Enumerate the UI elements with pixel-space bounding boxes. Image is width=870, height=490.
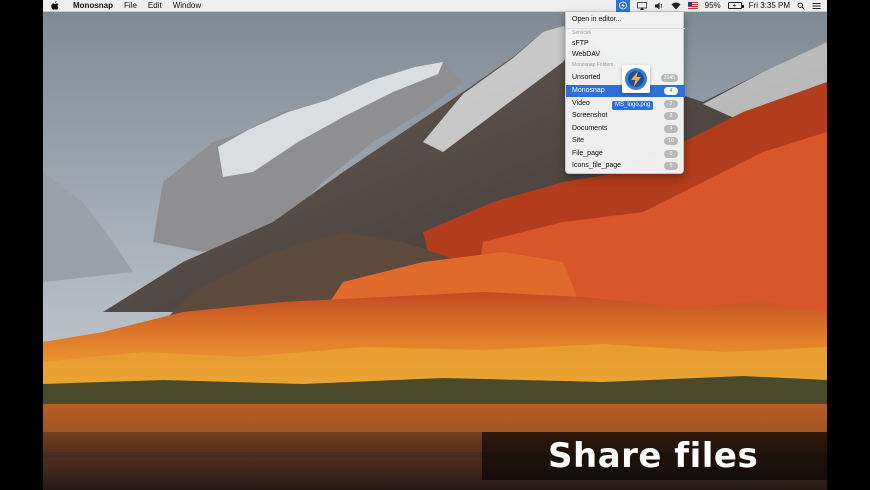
- wifi-icon[interactable]: [671, 0, 681, 12]
- dragged-file-thumbnail[interactable]: [622, 65, 650, 93]
- folder-item-file-page[interactable]: File_page 0: [566, 148, 685, 160]
- menu-item-open-in-editor[interactable]: Open in editor...: [566, 14, 685, 26]
- folder-label: Unsorted: [572, 74, 601, 81]
- monosnap-tray-icon[interactable]: [615, 0, 630, 12]
- menubar-clock[interactable]: Fri 3:35 PM: [749, 0, 790, 12]
- menu-bar: Monosnap File Edit Window 95% Fri 3:35 P…: [43, 0, 827, 12]
- battery-percent: 95%: [704, 0, 721, 10]
- folder-count-badge: 5: [664, 162, 678, 170]
- folder-label: Site: [572, 137, 585, 144]
- menu-file[interactable]: File: [124, 0, 137, 12]
- folder-item-site[interactable]: Site 10: [566, 135, 685, 147]
- folder-count-badge: 4: [664, 87, 678, 95]
- input-source-flag-icon[interactable]: [687, 0, 698, 12]
- folder-label: File_page: [572, 150, 603, 157]
- menu-window[interactable]: Window: [173, 0, 201, 12]
- battery-icon[interactable]: [727, 0, 744, 12]
- folder-count-badge: 0: [664, 150, 678, 158]
- menu-item-webdav[interactable]: WebDAV: [566, 49, 685, 61]
- caption-text: Share files: [548, 436, 759, 476]
- folder-label: Icons_file_page: [572, 162, 622, 169]
- folder-label: Video: [572, 100, 590, 107]
- folder-label: Screenshot: [572, 112, 608, 119]
- airplay-icon[interactable]: [636, 0, 647, 12]
- volume-icon[interactable]: [654, 0, 664, 12]
- folder-item-screenshot[interactable]: Screenshot 3: [566, 110, 685, 122]
- menu-header-services: Services: [572, 30, 592, 36]
- folder-label: Documents: [572, 125, 608, 132]
- dragged-file-name: MS_logo.png: [612, 101, 654, 110]
- folder-count-badge: 3: [664, 112, 678, 120]
- folder-count-badge: 4: [664, 125, 678, 133]
- folder-count-badge: 2: [664, 100, 678, 108]
- apple-logo-icon[interactable]: [51, 1, 61, 10]
- monosnap-logo-icon: [625, 68, 647, 90]
- notification-center-icon[interactable]: [812, 0, 821, 12]
- menu-edit[interactable]: Edit: [148, 0, 162, 12]
- folder-label: Monosnap: [572, 87, 605, 94]
- desktop: Monosnap File Edit Window 95% Fri 3:35 P…: [43, 0, 827, 490]
- folder-count-badge: 3145: [660, 74, 678, 82]
- app-menu-monosnap[interactable]: Monosnap: [73, 0, 113, 12]
- monosnap-dropdown-menu: Open in editor... Services sFTP WebDAV M…: [565, 12, 685, 174]
- folder-item-documents[interactable]: Documents 4: [566, 123, 685, 135]
- folder-count-badge: 10: [664, 137, 678, 145]
- wallpaper-high-sierra: [43, 12, 827, 490]
- folder-item-icons-file-page[interactable]: Icons_file_page 5: [566, 160, 685, 172]
- spotlight-search-icon[interactable]: [797, 0, 805, 12]
